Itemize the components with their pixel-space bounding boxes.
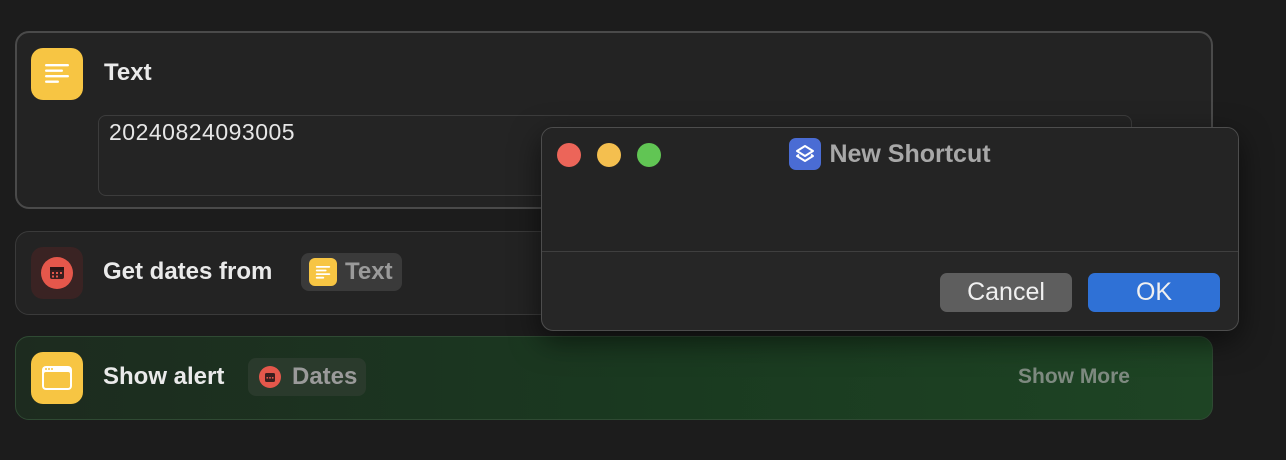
get-dates-title: Get dates from [103,258,273,285]
token-label: Dates [292,363,358,390]
dialog-title: New Shortcut [542,138,1238,170]
shortcuts-icon [789,138,822,170]
show-alert-action-card[interactable]: Show alert Dates Show More [15,336,1213,420]
text-lines-icon [309,258,337,286]
ok-button[interactable]: OK [1088,273,1220,312]
text-variable-token[interactable]: Text [301,253,402,291]
calendar-icon [256,363,284,391]
show-alert-title: Show alert [103,363,225,390]
dialog-titlebar: New Shortcut [542,128,1238,252]
calendar-icon [31,247,83,299]
dialog-title-text: New Shortcut [829,139,991,168]
token-label: Text [345,258,393,285]
dates-variable-token[interactable]: Dates [248,358,367,396]
window-icon [31,352,83,404]
text-action-title: Text [104,59,152,86]
new-shortcut-dialog: New Shortcut Cancel OK [541,127,1239,331]
cancel-button[interactable]: Cancel [940,273,1072,312]
show-more-button[interactable]: Show More [1018,365,1130,389]
text-lines-icon [31,48,83,100]
shortcut-editor: Text 20240824093005 Get dates from Text … [0,0,1286,460]
